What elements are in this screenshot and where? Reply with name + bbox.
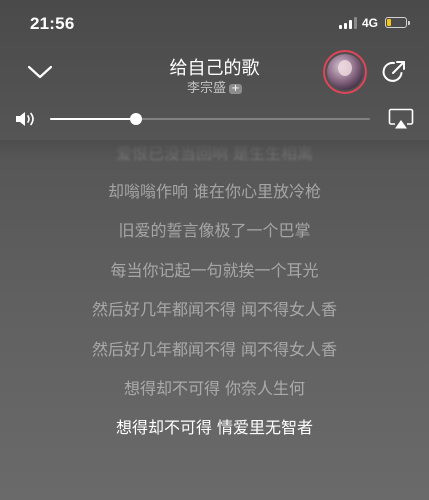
share-icon	[382, 61, 405, 82]
lyrics-panel[interactable]: 爱恨已没当回响 是生生相离 却嗡嗡作响 谁在你心里放冷枪 旧爱的誓言像极了一个巴…	[0, 140, 429, 440]
lyric-line[interactable]: 然后好几年都闻不得 闻不得女人香	[0, 336, 429, 360]
volume-button[interactable]	[14, 109, 38, 129]
volume-fill	[50, 118, 137, 120]
signal-icon	[339, 17, 359, 29]
artist-name[interactable]: 李宗盛	[187, 81, 226, 96]
status-time: 21:56	[30, 14, 75, 33]
lyric-line-current[interactable]: 想得却不可得 情爱里无智者	[0, 414, 429, 438]
lyric-line[interactable]: 想得却不可得 你奈人生何	[0, 375, 429, 399]
volume-slider[interactable]	[50, 113, 370, 125]
lyric-line[interactable]: 却嗡嗡作响 谁在你心里放冷枪	[0, 178, 429, 202]
album-avatar[interactable]	[323, 50, 367, 94]
avatar-image	[327, 54, 363, 90]
lyric-line[interactable]: 爱恨已没当回响 是生生相离	[0, 140, 429, 164]
airplay-icon	[388, 108, 414, 129]
lyric-line[interactable]: 然后好几年都闻不得 闻不得女人香	[0, 296, 429, 320]
follow-badge[interactable]: +	[229, 83, 242, 94]
network-type: 4G	[362, 16, 379, 30]
lyric-line[interactable]: 每当你记起一句就挨一个耳光	[0, 257, 429, 281]
volume-thumb[interactable]	[130, 113, 143, 125]
airplay-button[interactable]	[388, 108, 414, 130]
battery-icon	[385, 17, 410, 28]
speaker-icon	[16, 112, 34, 126]
status-bar: 21:56 4G	[0, 0, 429, 44]
share-button[interactable]	[380, 58, 408, 86]
lyric-line[interactable]: 旧爱的誓言像极了一个巴掌	[0, 217, 429, 241]
